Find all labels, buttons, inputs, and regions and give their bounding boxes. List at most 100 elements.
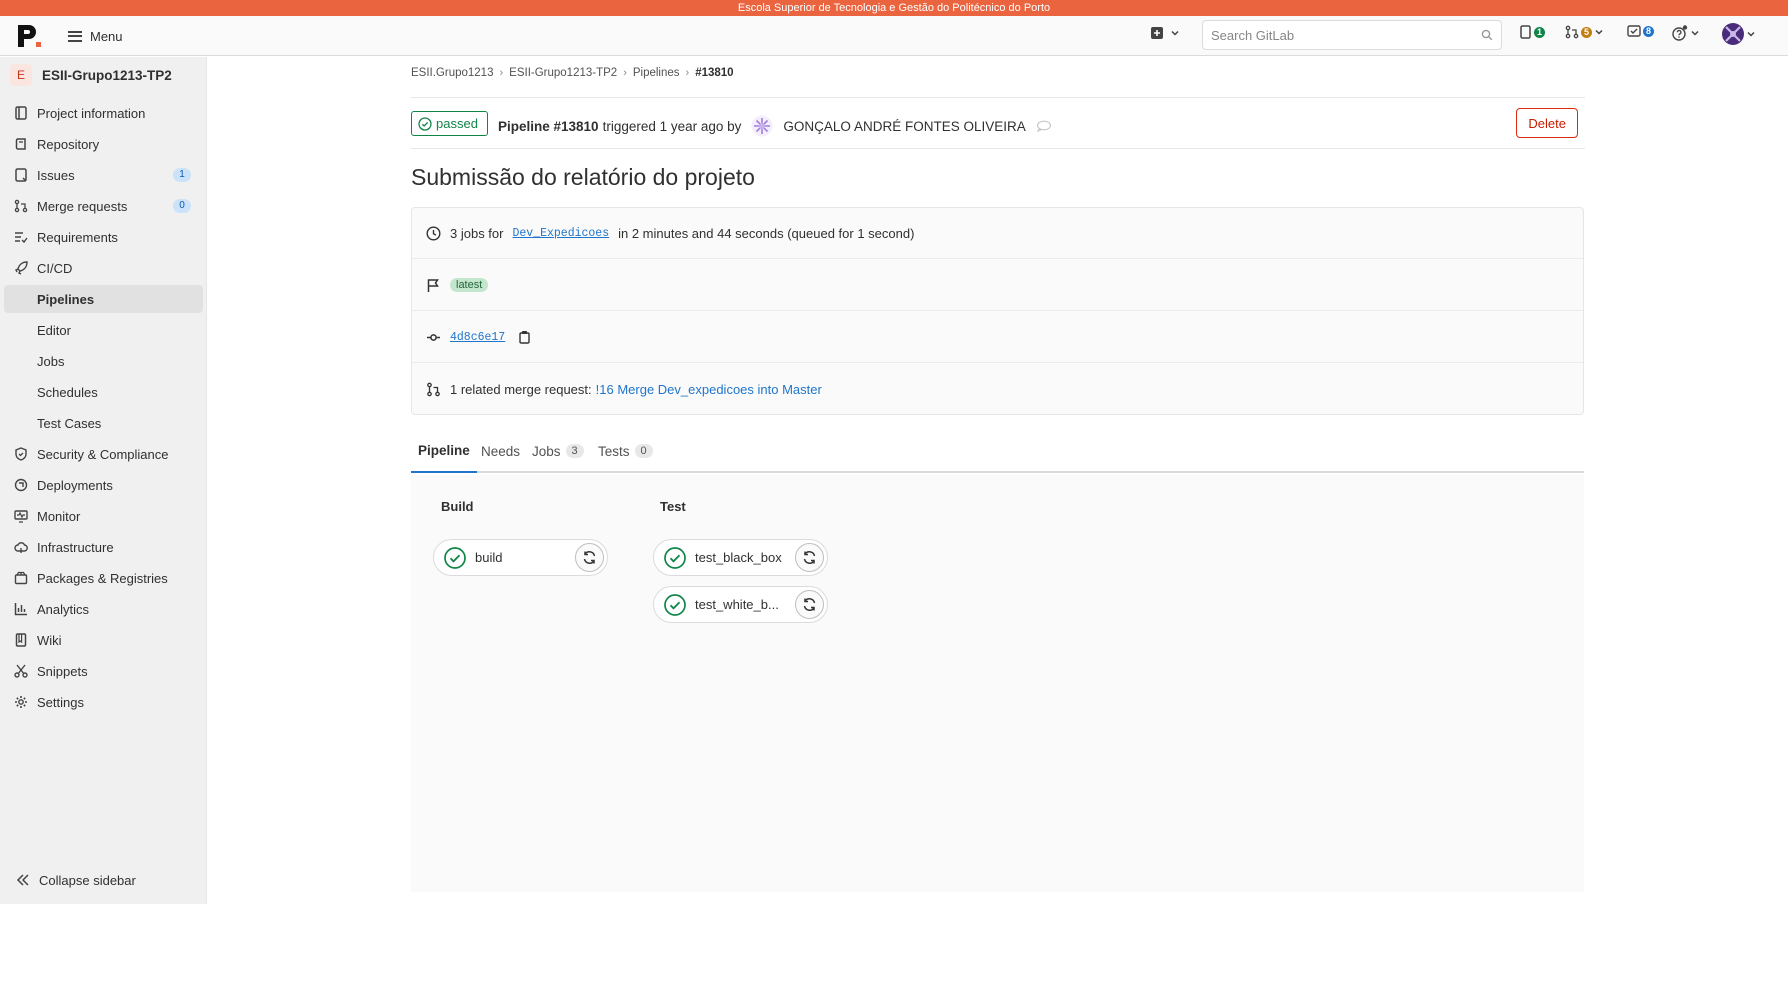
sidebar-item-merge-requests[interactable]: Merge requests 0 <box>4 192 203 220</box>
issues-count-badge: 1 <box>173 168 191 182</box>
tab-label: Pipeline <box>418 442 470 458</box>
top-navbar: Menu 1 5 8 <box>0 16 1788 56</box>
check-circle-icon <box>444 546 466 569</box>
sidebar-item-label: Merge requests <box>37 198 128 214</box>
sidebar-item-deployments[interactable]: Deployments <box>4 471 203 499</box>
sidebar-item-settings[interactable]: Settings <box>4 688 203 716</box>
issues-count-badge: 1 <box>1534 26 1546 38</box>
sidebar-item-label: Jobs <box>37 353 65 369</box>
retry-job-button[interactable] <box>575 543 604 572</box>
sidebar-item-monitor[interactable]: Monitor <box>4 502 203 530</box>
pipeline-id: Pipeline #13810 <box>498 118 599 134</box>
breadcrumb-separator: › <box>623 67 627 79</box>
job-test-white-box[interactable]: test_white_b... <box>653 586 828 623</box>
merge-request-icon <box>1565 25 1579 39</box>
menu-button[interactable]: Menu <box>62 24 129 48</box>
scissors-icon <box>14 664 28 678</box>
check-circle-icon <box>664 593 686 616</box>
tab-pipeline[interactable]: Pipeline <box>411 429 477 473</box>
double-chevron-left-icon <box>16 874 29 886</box>
status-badge[interactable]: passed <box>411 111 488 136</box>
sidebar-item-packages-registries[interactable]: Packages & Registries <box>4 564 203 592</box>
sidebar-item-jobs[interactable]: Jobs <box>4 347 203 375</box>
user-avatar[interactable] <box>751 115 773 137</box>
check-circle-icon <box>418 116 432 131</box>
sidebar-item-label: Issues <box>37 167 75 183</box>
chevron-down-icon <box>1595 29 1603 35</box>
tab-tests[interactable]: Tests 0 <box>591 429 660 473</box>
sidebar-item-snippets[interactable]: Snippets <box>4 657 203 685</box>
tab-needs[interactable]: Needs <box>474 429 527 473</box>
chevron-down-icon <box>1691 30 1699 36</box>
sidebar-item-repository[interactable]: Repository <box>4 130 203 158</box>
search-input[interactable] <box>1203 21 1473 49</box>
job-test-black-box[interactable]: test_black_box <box>653 539 828 576</box>
sidebar-item-editor[interactable]: Editor <box>4 316 203 344</box>
todos-nav-button[interactable]: 8 <box>1627 25 1655 37</box>
tab-jobs[interactable]: Jobs 3 <box>525 429 591 473</box>
sidebar-item-infrastructure[interactable]: Infrastructure <box>4 533 203 561</box>
duration-text: in 2 minutes and 44 seconds (queued for … <box>618 225 915 241</box>
page-title: Submissão do relatório do projeto <box>411 164 755 190</box>
flag-icon <box>427 278 439 292</box>
sidebar-item-security-compliance[interactable]: Security & Compliance <box>4 440 203 468</box>
speech-bubble-icon <box>1036 120 1051 132</box>
mr-count-badge: 0 <box>173 199 191 213</box>
issues-nav-button[interactable]: 1 <box>1520 25 1546 39</box>
breadcrumb-pipelines[interactable]: Pipelines <box>633 67 680 79</box>
sidebar-item-test-cases[interactable]: Test Cases <box>4 409 203 437</box>
sidebar-item-label: Settings <box>37 694 84 710</box>
new-item-dropdown[interactable] <box>1150 26 1180 40</box>
help-dropdown[interactable] <box>1672 25 1700 41</box>
tab-label: Needs <box>481 443 521 459</box>
sidebar-item-label: Packages & Registries <box>37 570 168 586</box>
breadcrumb-project[interactable]: ESII-Grupo1213-TP2 <box>509 67 617 79</box>
user-menu[interactable] <box>1722 23 1756 45</box>
related-mr-link[interactable]: !16 Merge Dev_expedicoes into Master <box>596 382 822 397</box>
sidebar-item-label: Analytics <box>37 601 90 617</box>
sidebar-item-project-information[interactable]: Project information <box>4 99 203 127</box>
stage-title-test: Test <box>660 499 686 514</box>
brand-logo[interactable] <box>14 21 44 51</box>
sidebar-item-analytics[interactable]: Analytics <box>4 595 203 623</box>
collapse-sidebar-label: Collapse sidebar <box>39 872 136 888</box>
job-build[interactable]: build <box>433 539 608 576</box>
breadcrumb-separator: › <box>499 67 504 79</box>
trigger-user-name[interactable]: GONÇALO ANDRÉ FONTES OLIVEIRA <box>783 119 1025 134</box>
commit-sha-link[interactable]: 4d8c6e17 <box>450 331 505 344</box>
institution-banner: Escola Superior de Tecnologia e Gestão d… <box>0 0 1788 16</box>
tab-label: Tests <box>598 443 630 459</box>
sidebar-project-header[interactable]: E ESII-Grupo1213-TP2 <box>0 57 207 93</box>
breadcrumb-group[interactable]: ESII.Grupo1213 <box>411 67 493 79</box>
retry-icon <box>583 551 596 564</box>
sidebar-item-schedules[interactable]: Schedules <box>4 378 203 406</box>
pipeline-header: passed Pipeline #13810 triggered 1 year … <box>411 97 1585 149</box>
sidebar-item-requirements[interactable]: Requirements <box>4 223 203 251</box>
collapse-sidebar-button[interactable]: Collapse sidebar <box>4 866 136 894</box>
retry-icon <box>803 598 816 611</box>
gear-icon <box>15 696 27 708</box>
branch-link[interactable]: Dev_Expedicoes <box>512 227 609 240</box>
breadcrumb: ESII.Grupo1213 › ESII-Grupo1213-TP2 › Pi… <box>411 67 734 79</box>
sidebar-item-wiki[interactable]: Wiki <box>4 626 203 654</box>
retry-job-button[interactable] <box>795 590 824 619</box>
merge-request-icon <box>14 199 28 213</box>
copy-icon[interactable] <box>518 330 531 344</box>
sidebar-item-cicd[interactable]: CI/CD <box>4 254 203 282</box>
monitor-icon <box>14 510 28 523</box>
retry-job-button[interactable] <box>795 543 824 572</box>
delete-pipeline-button[interactable]: Delete <box>1516 108 1578 138</box>
sidebar-item-issues[interactable]: Issues 1 <box>4 161 203 189</box>
related-mr-row: 1 related merge request: !16 Merge Dev_e… <box>412 364 1583 415</box>
breadcrumb-current[interactable]: #13810 <box>695 67 733 79</box>
pipeline-trigger-info: Pipeline #13810 triggered 1 year ago by … <box>498 115 1052 137</box>
related-mr-label: 1 related merge request: <box>450 382 592 397</box>
sidebar-item-label: Deployments <box>37 477 113 493</box>
todo-count-badge: 8 <box>1643 25 1655 37</box>
sidebar-item-pipelines[interactable]: Pipelines <box>4 285 203 313</box>
retry-icon <box>803 551 816 564</box>
merge-requests-nav-button[interactable]: 5 <box>1565 25 1604 39</box>
jobs-count-badge: 3 <box>565 444 584 458</box>
search-icon <box>1481 29 1493 41</box>
commit-icon <box>427 333 440 341</box>
